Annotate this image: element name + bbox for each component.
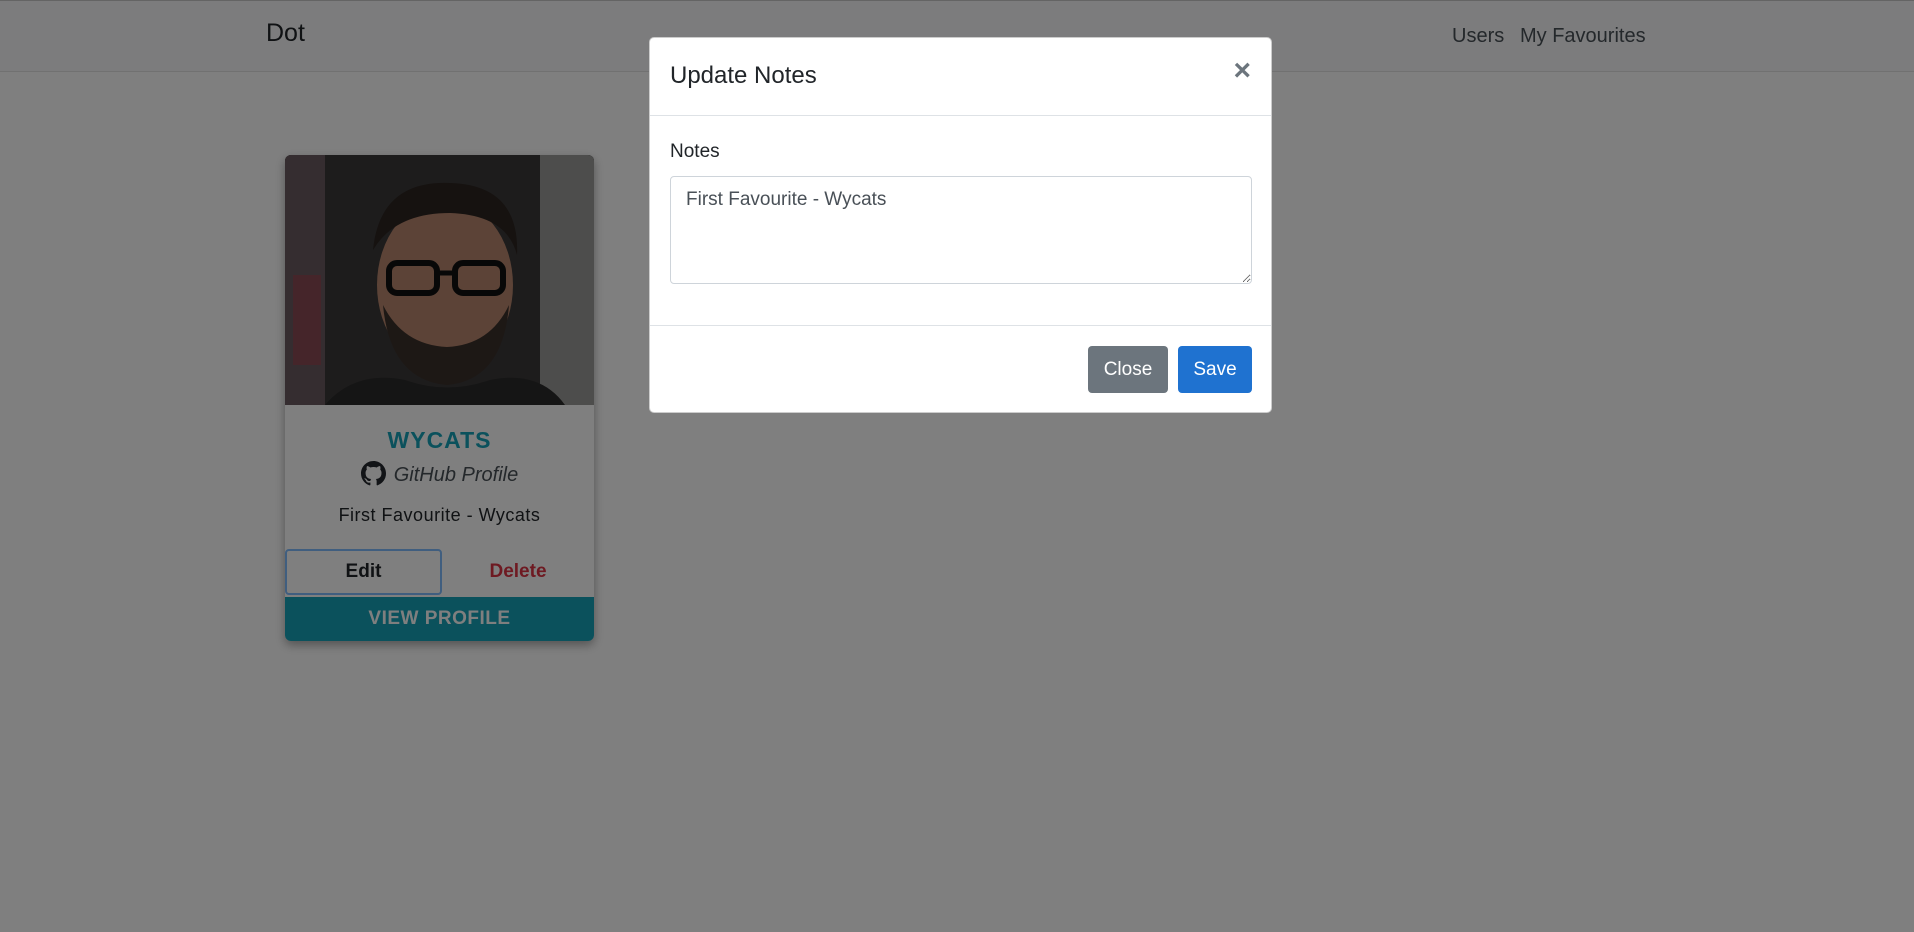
close-button[interactable]: Close	[1088, 346, 1168, 393]
update-notes-modal: Update Notes × Notes First Favourite - W…	[649, 37, 1272, 413]
modal-footer: Close Save	[650, 325, 1271, 412]
save-button[interactable]: Save	[1178, 346, 1252, 393]
close-icon[interactable]: ×	[1233, 56, 1251, 86]
modal-title: Update Notes	[670, 62, 817, 89]
notes-textarea[interactable]: First Favourite - Wycats	[670, 176, 1252, 284]
notes-label: Notes	[670, 141, 720, 162]
modal-header: Update Notes ×	[650, 38, 1271, 116]
